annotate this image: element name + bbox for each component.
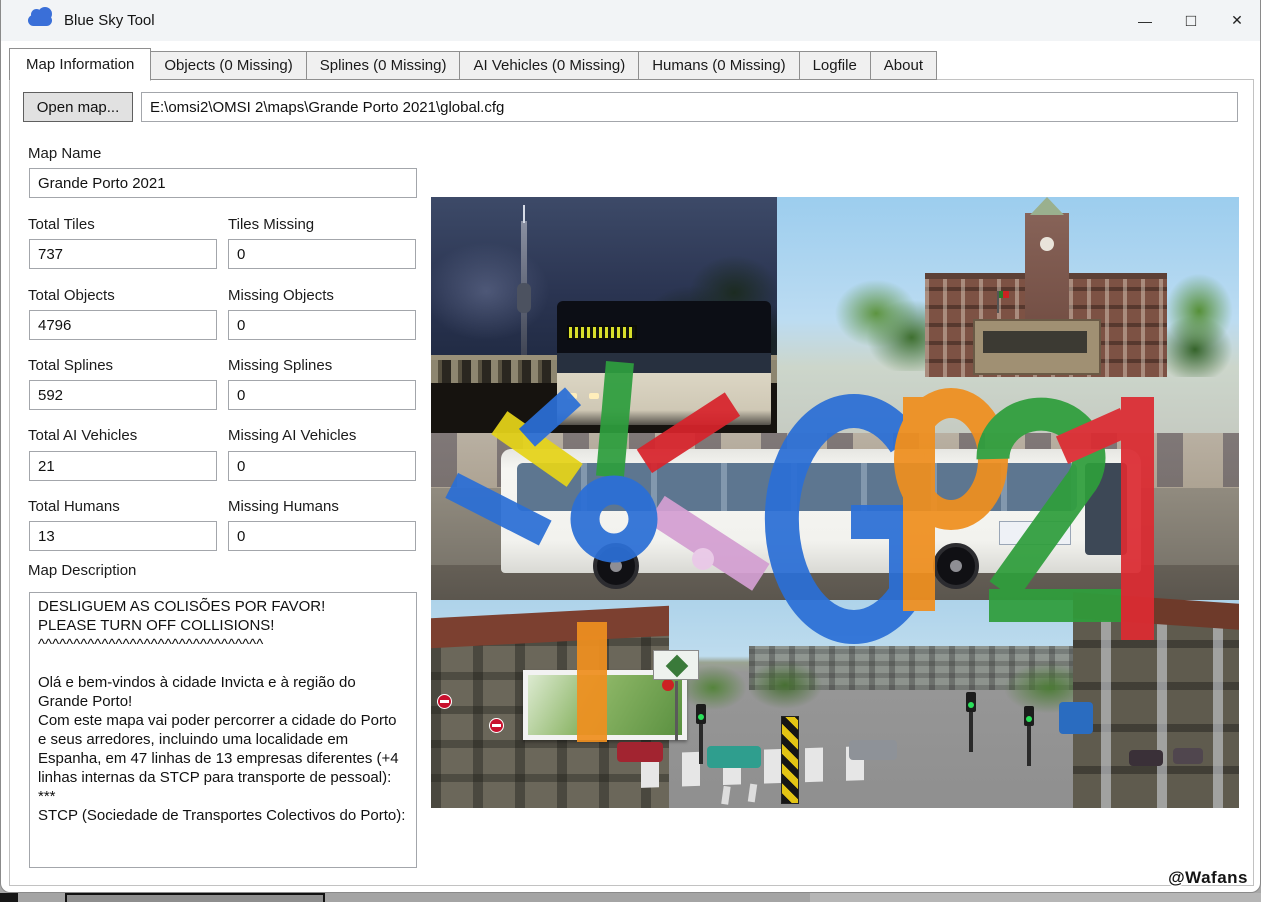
missing-objects-label: Missing Objects [228,287,334,304]
tab-about[interactable]: About [870,51,937,80]
background-strip [0,893,1261,902]
total-tiles-label: Total Tiles [28,216,95,233]
minimize-button[interactable]: — [1122,0,1168,41]
tab-objects[interactable]: Objects (0 Missing) [150,51,306,80]
total-ai-vehicles-input[interactable] [29,451,217,481]
watermark: @Wafans [1168,868,1248,888]
close-button[interactable]: ✕ [1214,0,1260,41]
total-splines-input[interactable] [29,380,217,410]
tab-bar: Map Information Objects (0 Missing) Spli… [9,48,937,80]
total-ai-vehicles-label: Total AI Vehicles [28,427,137,444]
total-objects-label: Total Objects [28,287,115,304]
missing-ai-vehicles-label: Missing AI Vehicles [228,427,356,444]
background-window-fragment [0,893,18,902]
tab-humans[interactable]: Humans (0 Missing) [638,51,799,80]
missing-ai-vehicles-input[interactable] [228,451,416,481]
missing-splines-input[interactable] [228,380,416,410]
app-cloud-icon [28,15,52,26]
background-window-fragment [810,893,1261,902]
total-splines-label: Total Splines [28,357,113,374]
missing-objects-input[interactable] [228,310,416,340]
missing-splines-label: Missing Splines [228,357,332,374]
map-description-label: Map Description [28,562,136,579]
map-preview-image [431,197,1239,808]
maximize-button[interactable]: □ [1168,0,1214,41]
gp21-logo [431,197,1239,808]
map-description-textarea[interactable]: DESLIGUEM AS COLISÕES POR FAVOR! PLEASE … [29,592,417,868]
tiles-missing-label: Tiles Missing [228,216,314,233]
window-controls: — □ ✕ [1122,0,1260,41]
total-tiles-input[interactable] [29,239,217,269]
background-window-fragment [65,893,325,902]
tab-logfile[interactable]: Logfile [799,51,871,80]
total-humans-input[interactable] [29,521,217,551]
tiles-missing-input[interactable] [228,239,416,269]
tab-map-information[interactable]: Map Information [9,48,151,81]
map-name-label: Map Name [28,145,101,162]
open-map-button[interactable]: Open map... [23,92,133,122]
map-name-input[interactable] [29,168,417,198]
total-humans-label: Total Humans [28,498,120,515]
map-path-input[interactable] [141,92,1238,122]
tab-ai-vehicles[interactable]: AI Vehicles (0 Missing) [459,51,639,80]
total-objects-input[interactable] [29,310,217,340]
missing-humans-label: Missing Humans [228,498,339,515]
window-title: Blue Sky Tool [64,12,155,29]
tab-splines[interactable]: Splines (0 Missing) [306,51,461,80]
missing-humans-input[interactable] [228,521,416,551]
app-window: Blue Sky Tool — □ ✕ Map Information Obje… [0,0,1261,893]
titlebar: Blue Sky Tool — □ ✕ [1,0,1260,41]
